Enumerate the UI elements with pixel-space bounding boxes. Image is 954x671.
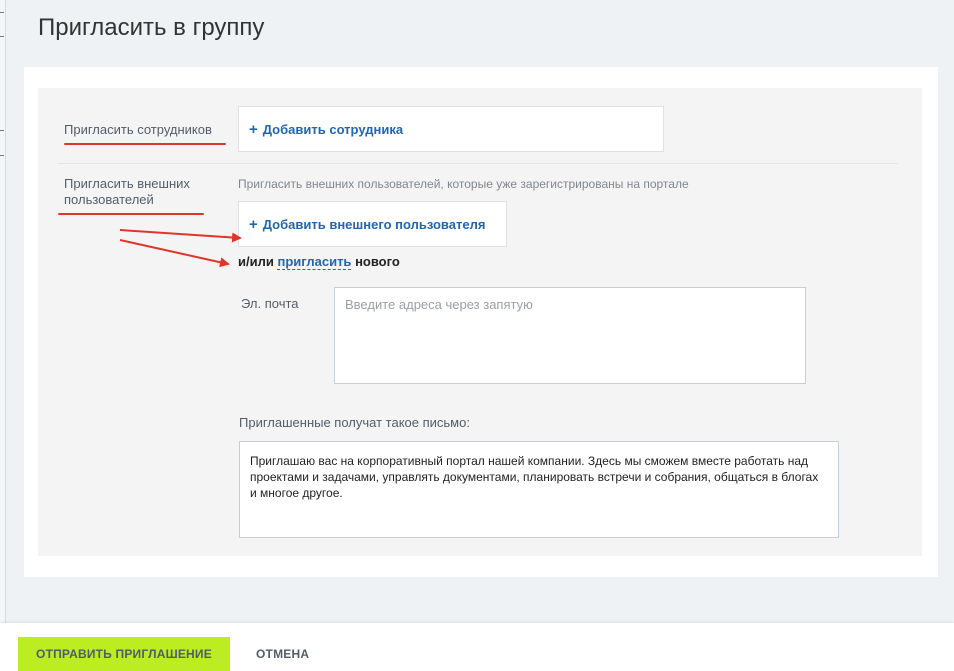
add-external-user-label: Добавить внешнего пользователя bbox=[262, 216, 486, 232]
plus-icon: + bbox=[249, 120, 258, 138]
invite-new-link[interactable]: пригласить bbox=[277, 254, 352, 270]
invite-new-line: и/или пригласить нового bbox=[238, 254, 400, 270]
section-divider bbox=[58, 163, 898, 164]
invite-form-card: Пригласить сотрудников + Добавить сотруд… bbox=[24, 67, 938, 577]
send-invitation-button[interactable]: Отправить приглашение bbox=[18, 637, 230, 671]
add-external-user-button[interactable]: + Добавить внешнего пользователя bbox=[238, 201, 507, 247]
add-employee-label: Добавить сотрудника bbox=[262, 121, 404, 137]
invite-employees-label: Пригласить сотрудников bbox=[64, 122, 212, 137]
form-footer: Отправить приглашение Отмена bbox=[0, 623, 954, 671]
or-prefix: и/или bbox=[238, 254, 274, 269]
page-title: Пригласить в группу bbox=[38, 14, 265, 41]
letter-preview-text: Приглашаю вас на корпоративный портал на… bbox=[239, 441, 839, 538]
letter-preview-caption: Приглашенные получат такое письмо: bbox=[239, 415, 470, 430]
invite-form-section: Пригласить сотрудников + Добавить сотруд… bbox=[38, 88, 922, 556]
background-panel-edge bbox=[0, 0, 6, 671]
plus-icon: + bbox=[249, 215, 258, 233]
email-field-label: Эл. почта bbox=[241, 296, 299, 311]
invite-to-group-page: Пригласить в группу Пригласить сотрудник… bbox=[0, 0, 954, 671]
add-employee-button[interactable]: + Добавить сотрудника bbox=[238, 106, 664, 152]
email-field[interactable] bbox=[334, 287, 806, 384]
cancel-button[interactable]: Отмена bbox=[248, 637, 317, 671]
annotation-underline-external bbox=[58, 213, 204, 215]
or-suffix: нового bbox=[355, 254, 400, 269]
annotation-underline-employees bbox=[64, 143, 226, 145]
invite-external-label-line1: Пригласить внешних bbox=[64, 176, 190, 191]
external-users-hint: Пригласить внешних пользователей, которы… bbox=[238, 177, 689, 191]
invite-external-label-line2: пользователей bbox=[64, 192, 154, 207]
invite-external-label: Пригласить внешних пользователей bbox=[64, 176, 190, 208]
